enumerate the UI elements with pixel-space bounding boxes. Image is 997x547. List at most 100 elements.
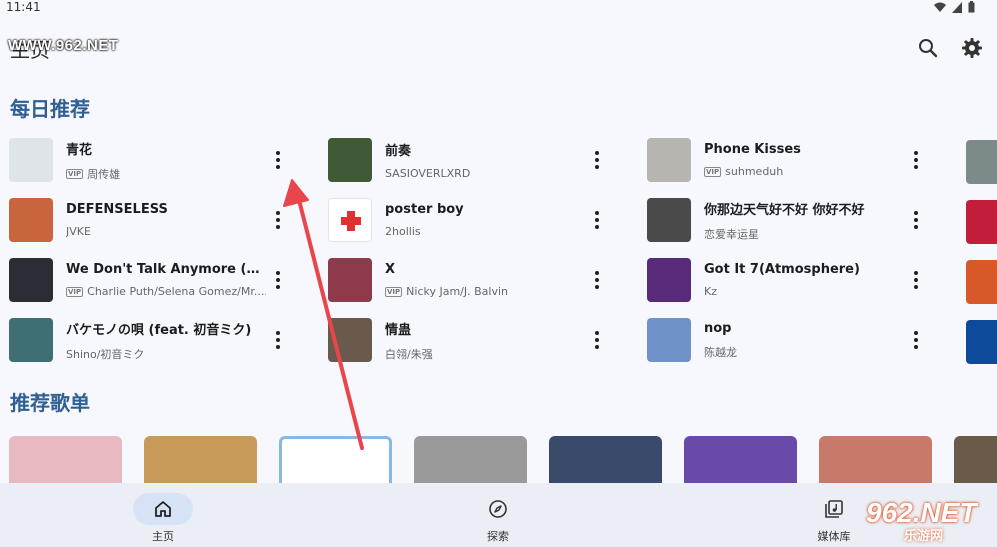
song-artist-row: 白翎/朱强 bbox=[385, 346, 585, 362]
song-cover bbox=[647, 318, 691, 362]
song-item[interactable]: 前奏 SASIOVERLXRD bbox=[328, 132, 628, 188]
more-options-button[interactable] bbox=[905, 326, 927, 354]
nav-home-indicator bbox=[133, 493, 193, 525]
more-options-button[interactable] bbox=[586, 206, 608, 234]
song-item[interactable]: 你那边天气好不好 你好不好 恋爱幸运星 bbox=[647, 192, 947, 248]
playlist-card[interactable] bbox=[144, 436, 257, 483]
song-cover-partial[interactable] bbox=[966, 260, 997, 304]
playlist-card[interactable] bbox=[279, 436, 392, 483]
song-text: 你那边天气好不好 你好不好 恋爱幸运星 bbox=[704, 199, 904, 242]
song-title: DEFENSELESS bbox=[66, 202, 168, 217]
settings-button[interactable] bbox=[960, 36, 984, 60]
song-artist-row: VIP Nicky Jam/J. Balvin bbox=[385, 285, 585, 298]
song-artist: Nicky Jam/J. Balvin bbox=[406, 285, 508, 298]
song-item[interactable]: We Don't Talk Anymore (Mr. ... VIPCharlie… bbox=[9, 252, 309, 308]
song-text: poster boy 2hollis bbox=[385, 202, 585, 238]
daily-song-grid: 青花 VIP 周传雄 DEFENSELESS JVKE We Don't Talk Any… bbox=[0, 130, 997, 370]
playlist-card[interactable] bbox=[954, 436, 997, 483]
song-artist: 白翎/朱强 bbox=[385, 347, 433, 361]
playlist-card[interactable] bbox=[819, 436, 932, 483]
watermark-text: WWW.962.NET bbox=[8, 37, 119, 54]
search-button[interactable] bbox=[916, 36, 940, 60]
more-options-button[interactable] bbox=[905, 266, 927, 294]
more-options-button[interactable] bbox=[586, 326, 608, 354]
more-options-button[interactable] bbox=[267, 206, 289, 234]
vip-badge-icon: VIP bbox=[66, 286, 84, 297]
song-cover bbox=[9, 258, 53, 302]
song-item[interactable]: DEFENSELESS JVKE bbox=[9, 192, 309, 248]
song-title: Got It 7(Atmosphere) bbox=[704, 262, 860, 277]
song-cover bbox=[328, 138, 372, 182]
playlist-card[interactable] bbox=[414, 436, 527, 483]
song-item[interactable]: Phone Kisses VIP suhmeduh bbox=[647, 132, 947, 188]
song-text: バケモノの唄 (feat. 初音ミク) Shino/初音ミク bbox=[66, 319, 266, 362]
song-title: X bbox=[385, 262, 396, 277]
library-icon bbox=[825, 500, 843, 518]
song-item[interactable]: Got It 7(Atmosphere) Kz bbox=[647, 252, 947, 308]
song-text: nop 陈越龙 bbox=[704, 321, 904, 360]
song-text: 青花 VIP 周传雄 bbox=[66, 139, 266, 182]
song-artist: 陈越龙 bbox=[704, 345, 737, 359]
playlist-section-title: 推荐歌单 bbox=[10, 391, 90, 415]
song-cover bbox=[9, 138, 53, 182]
wifi-icon bbox=[934, 2, 946, 12]
nav-library[interactable]: 媒体库 bbox=[804, 483, 864, 547]
song-artist-row: VIP 周传雄 bbox=[66, 166, 266, 182]
daily-section-title: 每日推荐 bbox=[10, 97, 90, 121]
gear-icon bbox=[962, 38, 982, 58]
nav-home[interactable]: 主页 bbox=[133, 483, 193, 547]
more-options-button[interactable] bbox=[905, 146, 927, 174]
song-artist: SASIOVERLXRD bbox=[385, 167, 471, 180]
song-item[interactable]: nop 陈越龙 bbox=[647, 312, 947, 368]
song-item[interactable]: バケモノの唄 (feat. 初音ミク) Shino/初音ミク bbox=[9, 312, 309, 368]
song-title: We Don't Talk Anymore (Mr. ... bbox=[66, 262, 266, 277]
song-title: 青花 bbox=[66, 142, 93, 158]
more-options-button[interactable] bbox=[586, 146, 608, 174]
song-artist: suhmeduh bbox=[725, 165, 784, 178]
more-options-button[interactable] bbox=[905, 206, 927, 234]
song-text: Phone Kisses VIP suhmeduh bbox=[704, 142, 904, 178]
song-title: 情蛊 bbox=[385, 322, 412, 338]
song-cover bbox=[647, 198, 691, 242]
watermark-logo-sub: 乐游网 bbox=[904, 529, 944, 544]
song-artist: Shino/初音ミク bbox=[66, 347, 145, 361]
song-item[interactable]: poster boy 2hollis bbox=[328, 192, 628, 248]
song-cover-partial[interactable] bbox=[966, 140, 997, 184]
bottom-nav: 主页 探索 媒体库 bbox=[0, 483, 997, 547]
song-artist-row: 恋爱幸运星 bbox=[704, 226, 904, 242]
nav-home-label: 主页 bbox=[152, 530, 174, 543]
song-text: 情蛊白翎/朱强 bbox=[385, 319, 585, 362]
nav-explore[interactable]: 探索 bbox=[468, 483, 528, 547]
watermark-logo: 962.NET 乐游网 bbox=[860, 497, 990, 544]
more-options-button[interactable] bbox=[586, 266, 608, 294]
song-item[interactable]: 青花 VIP 周传雄 bbox=[9, 132, 309, 188]
vip-badge-icon: VIP bbox=[704, 166, 722, 177]
song-cover bbox=[647, 138, 691, 182]
song-artist-row: JVKE bbox=[66, 225, 266, 238]
song-artist-row: 陈越龙 bbox=[704, 344, 904, 360]
more-options-button[interactable] bbox=[267, 146, 289, 174]
song-cover-partial[interactable] bbox=[966, 320, 997, 364]
song-artist: JVKE bbox=[66, 225, 91, 238]
song-text: X VIP Nicky Jam/J. Balvin bbox=[385, 262, 585, 298]
song-artist-row: 2hollis bbox=[385, 225, 585, 238]
song-title: nop bbox=[704, 320, 732, 336]
status-bar: 11:41 bbox=[0, 0, 997, 16]
playlist-card[interactable] bbox=[684, 436, 797, 483]
song-artist: 恋爱幸运星 bbox=[704, 227, 759, 241]
song-cover-partial[interactable] bbox=[966, 200, 997, 244]
status-time: 11:41 bbox=[6, 0, 41, 14]
home-icon bbox=[155, 501, 171, 517]
song-item[interactable]: 情蛊白翎/朱强 bbox=[328, 312, 628, 368]
song-text: Got It 7(Atmosphere) Kz bbox=[704, 262, 904, 298]
playlist-card[interactable] bbox=[549, 436, 662, 483]
vip-badge-icon: VIP bbox=[66, 168, 84, 179]
song-item[interactable]: X VIP Nicky Jam/J. Balvin bbox=[328, 252, 628, 308]
playlist-card[interactable] bbox=[9, 436, 122, 483]
more-options-button[interactable] bbox=[267, 266, 289, 294]
nav-library-label: 媒体库 bbox=[817, 530, 851, 543]
more-options-button[interactable] bbox=[267, 326, 289, 354]
song-artist-row: VIP suhmeduh bbox=[704, 165, 904, 178]
compass-icon bbox=[489, 500, 507, 518]
nav-explore-indicator bbox=[468, 493, 528, 525]
